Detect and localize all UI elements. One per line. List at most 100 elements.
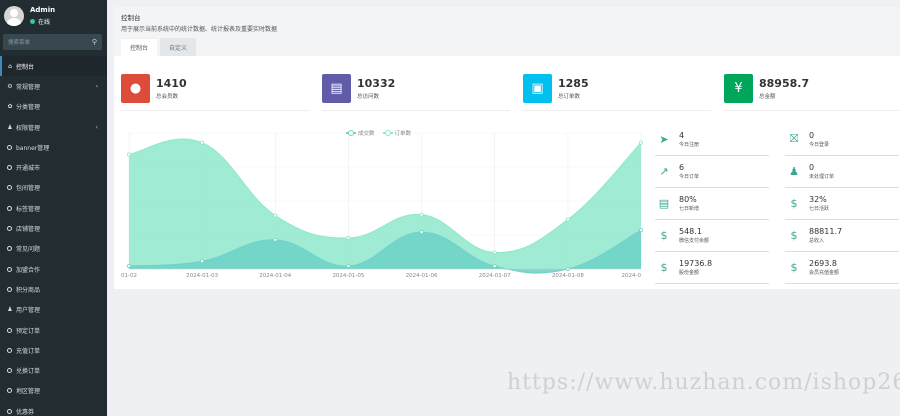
sidebar-item[interactable]: 店铺管理 (0, 218, 107, 238)
side-stat-value: 548.1 (679, 226, 702, 236)
sidebar-item-label: 店铺管理 (16, 226, 41, 234)
side-stat: ♟ 0 未处理订单 (785, 155, 899, 188)
sidebar-item-label: 优惠券 (16, 408, 35, 416)
legend-item[interactable]: 成交数 (346, 129, 375, 137)
sidebar-item[interactable]: ✿ 分类管理 (0, 97, 107, 117)
legend-label: 成交数 (358, 131, 375, 137)
side-stat-value: 32% (809, 194, 827, 204)
list-alt-icon: ▤ (658, 196, 670, 210)
stat-label: 总金额 (759, 94, 776, 100)
sidebar-item[interactable]: 开通城市 (0, 157, 107, 177)
sidebar-item-label: 预定订单 (16, 327, 41, 335)
leaf-icon: ✿ (7, 103, 13, 111)
sidebar-item[interactable]: 包间管理 (0, 178, 107, 198)
circle-icon (7, 368, 12, 374)
sidebar-item[interactable]: 地区管理 (0, 381, 107, 401)
stat-value: 88958.7 (759, 77, 810, 90)
book-icon: ▤ (322, 74, 351, 103)
side-stat-label: 七日新增 (679, 205, 700, 212)
legend-item[interactable]: 订单数 (382, 129, 411, 137)
search-input[interactable]: 搜索菜单 ⚲ (3, 34, 102, 50)
data-point[interactable] (419, 212, 424, 217)
x-tick-label: 2024-01-06 (406, 273, 438, 279)
sidebar-item-label: banner管理 (16, 144, 50, 152)
side-stat-label: 今日订单 (679, 173, 700, 180)
side-stats: ➤ 4 今日注册 ⛝ 0 今日登录 ↗ 6 今日订单 ♟ 0 未处理订单 ▤ 80% 七… (655, 123, 899, 284)
data-point[interactable] (127, 152, 132, 157)
sidebar-item[interactable]: ♟ 权限管理 ‹ (0, 117, 107, 137)
side-stat: ▤ 80% 七日新增 (655, 187, 769, 220)
side-stat-value: 4 (679, 130, 685, 140)
users-group-icon: ● (121, 74, 150, 103)
order-chart: 01-02 2024-01-03 2024-01-04 2024-01-05 2024-… (121, 129, 645, 281)
x-tick-label: 2024-01-04 (259, 273, 291, 279)
avatar[interactable] (4, 6, 24, 26)
side-stat: ⛝ 0 今日登录 (785, 123, 899, 156)
data-point[interactable] (127, 264, 132, 269)
sidebar-item-label: 权限管理 (16, 124, 41, 132)
data-point[interactable] (639, 140, 644, 145)
user-status-label: 在线 (38, 19, 51, 26)
sidebar-item[interactable]: ⌂ 控制台 (0, 56, 107, 77)
sidebar-item-label: 充值订单 (16, 347, 41, 355)
sidebar-item-label: 包间管理 (16, 185, 41, 193)
sidebar-item[interactable]: 优惠券 (0, 401, 107, 416)
sidebar-item[interactable]: 充值订单 (0, 340, 107, 360)
sidebar-item-label: 积分商品 (16, 286, 41, 294)
sidebar-item[interactable]: ⚙ 常规管理 ‹ (0, 76, 107, 96)
side-stat: $ 548.1 微信支付余额 (655, 219, 769, 252)
data-point[interactable] (639, 228, 644, 233)
sidebar-item[interactable]: 常见问题 (0, 239, 107, 259)
chart-legend: 成交数 订单数 (346, 129, 419, 137)
data-point[interactable] (565, 217, 570, 222)
side-stat-value: 6 (679, 162, 685, 172)
data-point[interactable] (492, 264, 497, 269)
side-stat-value: 0 (809, 130, 815, 140)
circle-icon (7, 286, 12, 292)
data-point[interactable] (273, 213, 278, 218)
sidebar-item[interactable]: 加盟合作 (0, 259, 107, 279)
circle-icon (7, 266, 12, 272)
side-stat: $ 19736.8 股份金额 (655, 251, 769, 284)
rocket-icon: ➤ (659, 132, 669, 146)
data-point[interactable] (419, 230, 424, 235)
home-icon: ⌂ (8, 62, 12, 70)
sidebar-item-label: 常见问题 (16, 246, 41, 254)
data-point[interactable] (200, 140, 205, 145)
sidebar-item[interactable]: 标签管理 (0, 198, 107, 218)
sidebar-item[interactable]: 兑换订单 (0, 360, 107, 380)
circle-icon (7, 388, 12, 394)
x-tick-label: 2024-01-03 (186, 273, 218, 279)
side-stat-value: 19736.8 (679, 258, 713, 268)
tab-dashboard[interactable]: 控制台 (121, 38, 158, 56)
circle-icon (7, 246, 12, 252)
sidebar-item-label: 控制台 (16, 63, 35, 71)
x-tick-label: 01-02 (121, 273, 137, 279)
side-stat-label: 今日登录 (809, 141, 830, 148)
sidebar-item[interactable]: ♟ 用户管理 (0, 300, 107, 320)
stat-amount: ¥ 88958.7 总金额 (724, 67, 900, 111)
sidebar-item[interactable]: 预定订单 (0, 320, 107, 340)
sidebar-item[interactable]: 积分商品 (0, 279, 107, 299)
x-tick-label: 2024-0 (622, 273, 642, 279)
chevron-left-icon: ‹ (95, 82, 98, 90)
side-stat-label: 今日注册 (679, 141, 700, 148)
search-icon[interactable]: ⚲ (92, 38, 97, 46)
stat-value: 10332 (357, 77, 396, 90)
data-point[interactable] (200, 259, 205, 264)
data-point[interactable] (346, 264, 351, 269)
data-point[interactable] (273, 237, 278, 242)
users-icon: ♟ (7, 123, 13, 131)
search-placeholder: 搜索菜单 (8, 40, 31, 46)
page-description: 用于展示当前系统中的统计数据、统计报表及重要实时数据 (121, 26, 278, 33)
data-point[interactable] (346, 235, 351, 240)
circle-icon (7, 165, 12, 171)
side-stat-value: 0 (809, 162, 815, 172)
x-tick-label: 2024-01-07 (479, 273, 511, 279)
data-point[interactable] (492, 250, 497, 255)
stat-members: ● 1410 总会员数 (121, 67, 309, 111)
sidebar-item[interactable]: banner管理 (0, 137, 107, 157)
sidebar-item-label: 兑换订单 (16, 368, 41, 376)
tab-custom[interactable]: 自定义 (160, 38, 197, 56)
shopping-bag-icon: ▣ (523, 74, 552, 103)
